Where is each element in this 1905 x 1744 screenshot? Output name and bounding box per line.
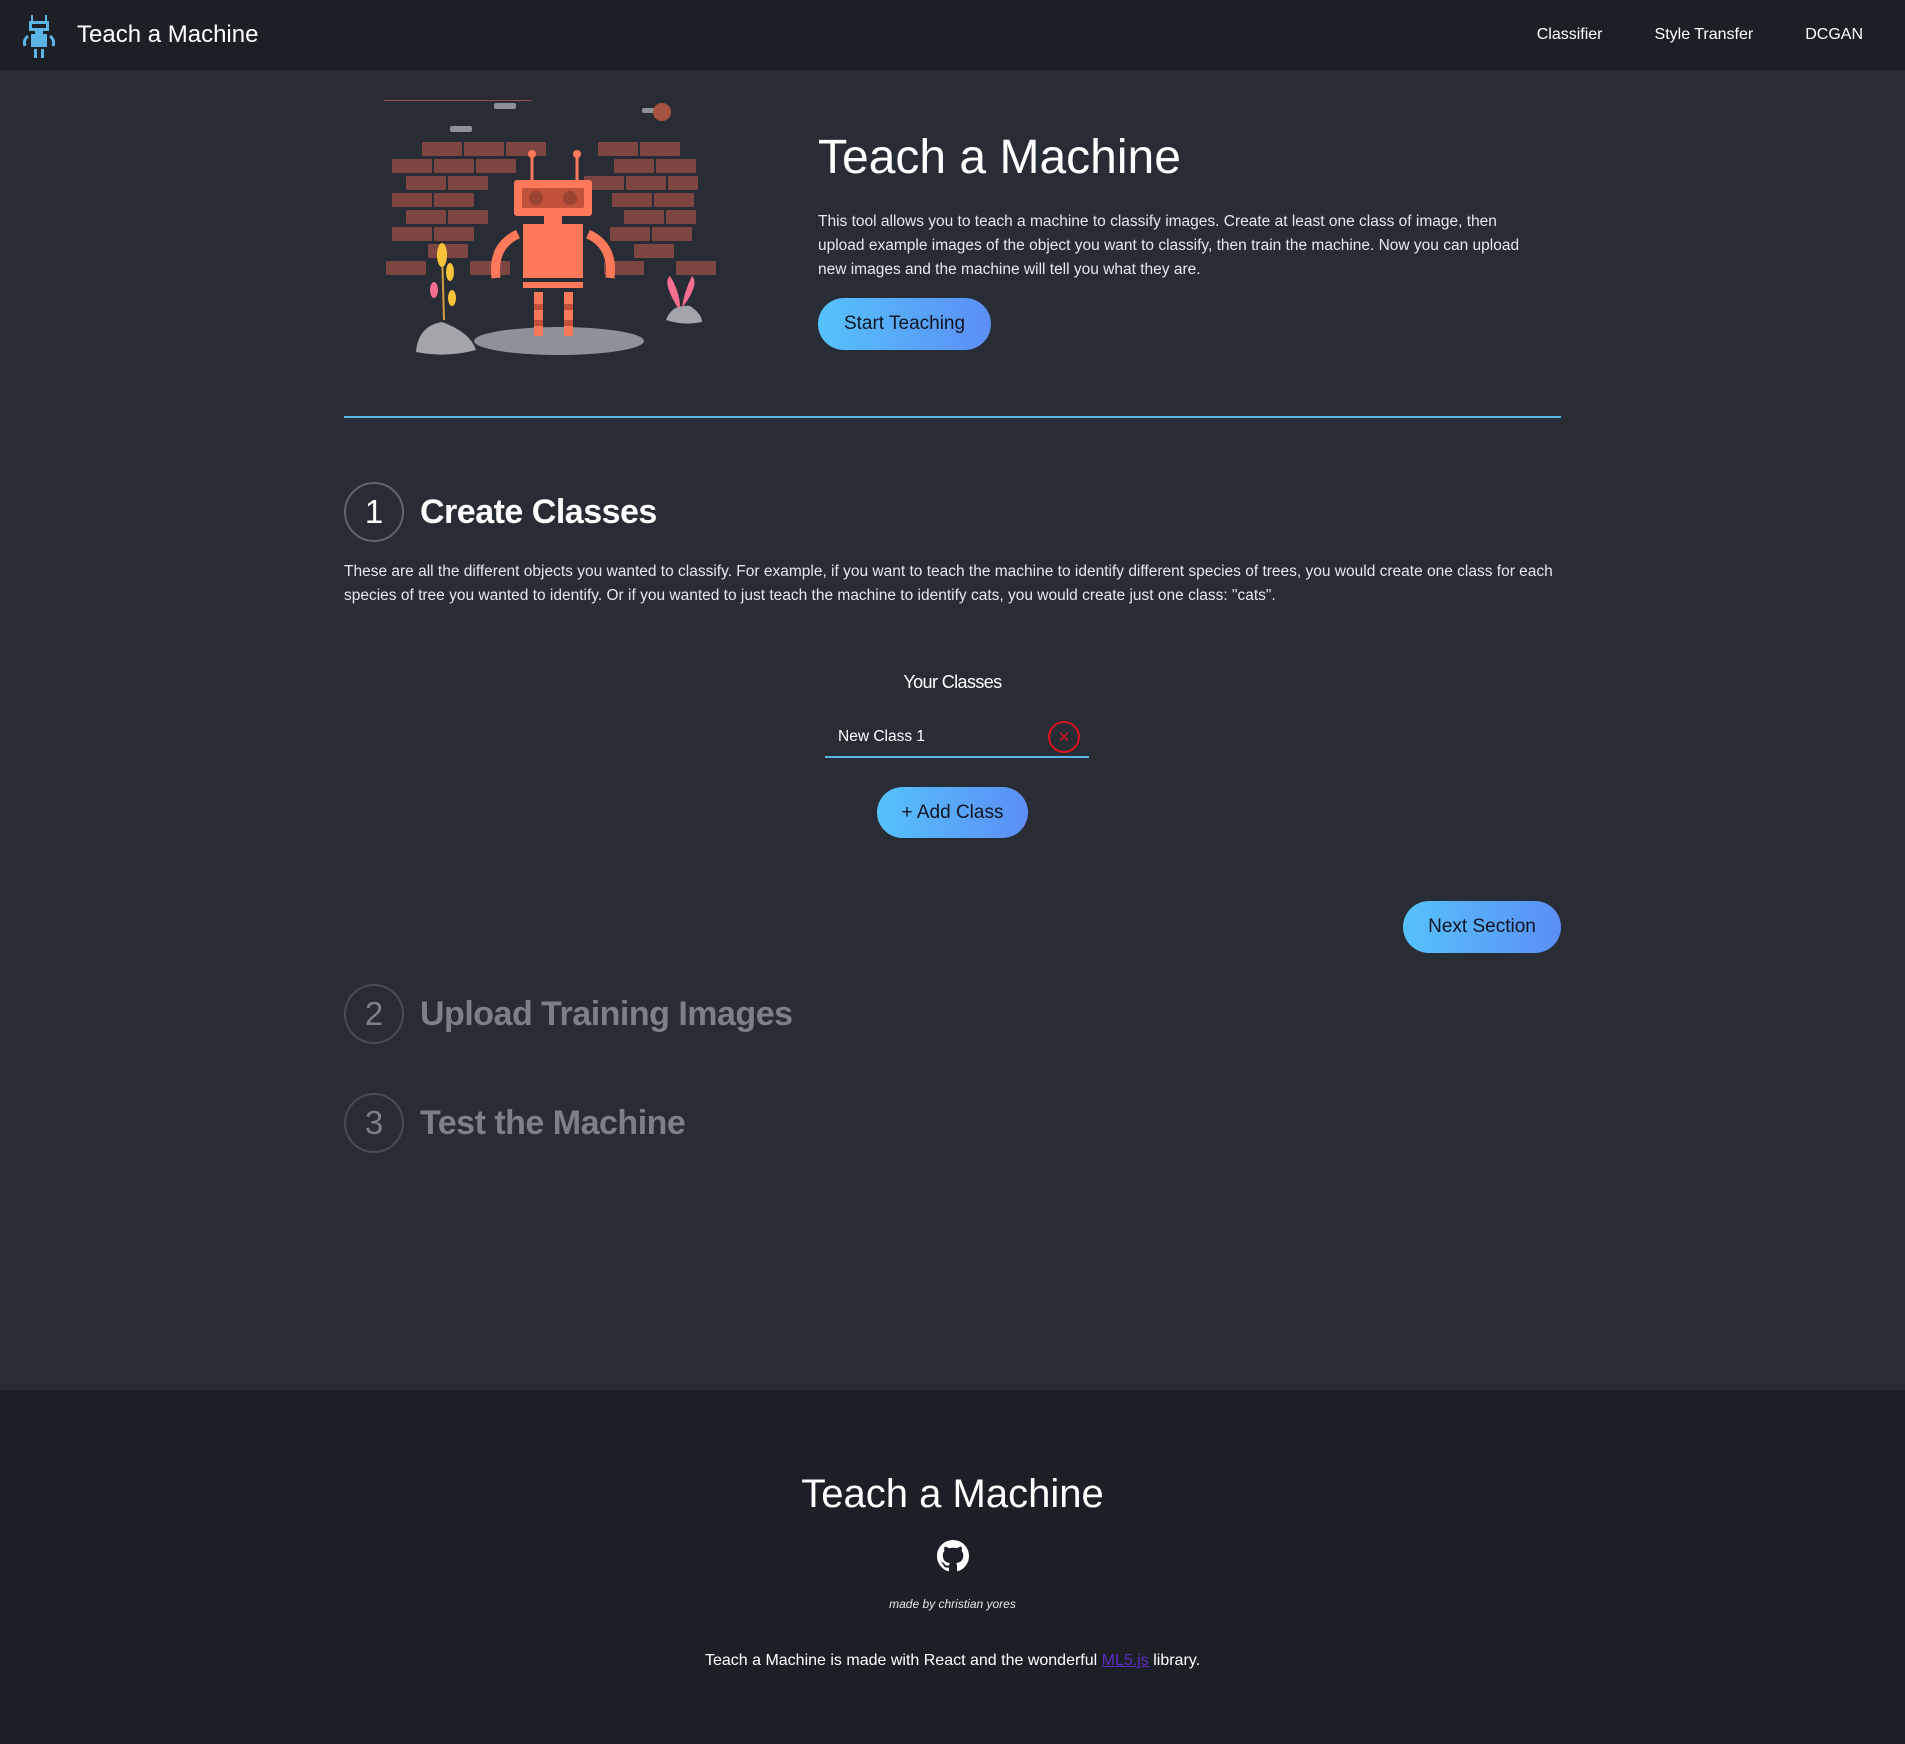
hero-title: Teach a Machine bbox=[818, 131, 1181, 184]
github-icon[interactable] bbox=[937, 1540, 969, 1572]
step-title: Create Classes bbox=[420, 492, 657, 531]
nav-links: Classifier Style Transfer DCGAN bbox=[1485, 26, 1863, 44]
remove-class-button[interactable]: ✕ bbox=[1048, 721, 1080, 753]
footer-note-after: library. bbox=[1148, 1652, 1201, 1669]
brand-title: Teach a Machine bbox=[77, 21, 259, 48]
footer-title: Teach a Machine bbox=[801, 1472, 1104, 1516]
step-2-header[interactable]: 2 Upload Training Images bbox=[344, 984, 793, 1044]
step-3-header[interactable]: 3 Test the Machine bbox=[344, 1093, 686, 1153]
hero-description: This tool allows you to teach a machine … bbox=[818, 213, 1520, 278]
robot-logo-icon bbox=[22, 15, 56, 58]
robot-brick-wall-illustration bbox=[384, 100, 716, 355]
made-by-text: made by christian yores bbox=[889, 1597, 1016, 1611]
your-classes-label: Your Classes bbox=[903, 672, 1002, 692]
nav-link-style-transfer[interactable]: Style Transfer bbox=[1655, 26, 1754, 44]
navbar: Teach a Machine Classifier Style Transfe… bbox=[0, 0, 1905, 70]
step-1-header[interactable]: 1 Create Classes bbox=[344, 482, 657, 542]
nav-link-classifier[interactable]: Classifier bbox=[1537, 26, 1603, 44]
next-section-button[interactable]: Next Section bbox=[1403, 901, 1561, 953]
class-name-input[interactable] bbox=[825, 718, 1035, 756]
step-title: Test the Machine bbox=[420, 1103, 686, 1142]
step-number-circle: 3 bbox=[344, 1093, 404, 1153]
step-number-circle: 2 bbox=[344, 984, 404, 1044]
ml5-link[interactable]: ML5.js bbox=[1102, 1652, 1149, 1669]
brand[interactable]: Teach a Machine bbox=[20, 5, 258, 65]
footer-note: Teach a Machine is made with React and t… bbox=[0, 1652, 1905, 1670]
create-classes-description: These are all the different objects you … bbox=[344, 563, 1553, 604]
step-title: Upload Training Images bbox=[420, 994, 793, 1033]
close-icon: ✕ bbox=[1057, 729, 1071, 746]
add-class-button[interactable]: + Add Class bbox=[877, 787, 1028, 838]
footer-note-before: Teach a Machine is made with React and t… bbox=[704, 1652, 1102, 1669]
nav-link-dcgan[interactable]: DCGAN bbox=[1805, 26, 1863, 44]
footer: Teach a Machine made by christian yores … bbox=[0, 1390, 1905, 1744]
step-number-circle: 1 bbox=[344, 482, 404, 542]
start-teaching-button[interactable]: Start Teaching bbox=[818, 298, 991, 350]
class-row: ✕ bbox=[825, 718, 1089, 758]
section-divider bbox=[344, 416, 1561, 418]
